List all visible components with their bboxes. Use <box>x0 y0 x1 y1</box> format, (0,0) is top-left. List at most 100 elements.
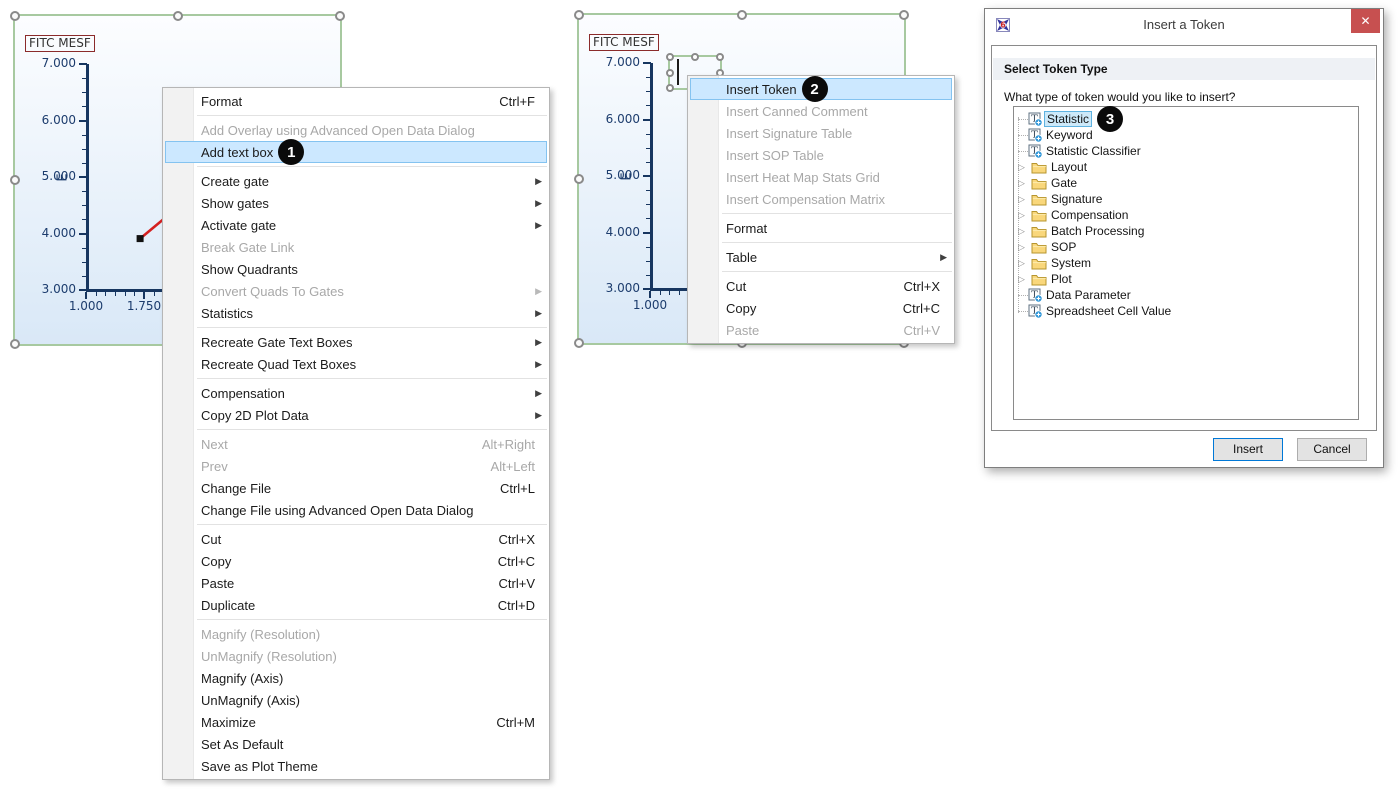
menu-item-insert-compensation-matrix: Insert Compensation Matrix <box>688 188 954 210</box>
menu-item-paste[interactable]: PasteCtrl+V <box>163 572 549 594</box>
selection-handle[interactable] <box>10 11 20 21</box>
tree-item-spreadsheet-cell-value[interactable]: TSpreadsheet Cell Value <box>1014 303 1358 319</box>
menu-item-format[interactable]: Format <box>688 217 954 239</box>
menu-shortcut: Ctrl+X <box>499 532 535 547</box>
tree-item-statistic-classifier[interactable]: TStatistic Classifier <box>1014 143 1358 159</box>
menu-item-table[interactable]: Table▶ <box>688 246 954 268</box>
selection-handle[interactable] <box>10 175 20 185</box>
selection-handle[interactable] <box>666 84 674 92</box>
selection-handle[interactable] <box>574 174 584 184</box>
x-minor-tick <box>679 291 680 295</box>
y-minor-tick <box>646 247 651 248</box>
y-tick-mark <box>643 62 651 64</box>
selection-handle[interactable] <box>691 53 699 61</box>
y-minor-tick <box>646 190 651 191</box>
menu-item-statistics[interactable]: Statistics▶ <box>163 302 549 324</box>
menu-item-cut[interactable]: Cut Ctrl+X <box>163 528 549 550</box>
menu-item-content: UnMagnify (Resolution) <box>201 649 337 664</box>
token-icon: T <box>1028 128 1042 142</box>
menu-item-compensation[interactable]: Compensation▶ <box>163 382 549 404</box>
submenu-arrow-icon: ▶ <box>535 410 542 421</box>
selection-handle[interactable] <box>173 11 183 21</box>
menu-item-prev: PrevAlt+Left <box>163 455 549 477</box>
menu-item-magnify-axis[interactable]: Magnify (Axis) <box>163 667 549 689</box>
submenu-arrow-icon: ▶ <box>535 308 542 319</box>
tree-item-data-parameter[interactable]: TData Parameter <box>1014 287 1358 303</box>
y-minor-tick <box>646 105 651 106</box>
selection-handle[interactable] <box>899 10 909 20</box>
selection-handle[interactable] <box>737 10 747 20</box>
tree-item-sop[interactable]: ▷SOP <box>1014 239 1358 255</box>
menu-item-recreate-gate-text-boxes[interactable]: Recreate Gate Text Boxes▶ <box>163 331 549 353</box>
menu-item-content: Cut <box>201 532 221 547</box>
menu-item-activate-gate[interactable]: Activate gate▶ <box>163 214 549 236</box>
tree-item-batch-processing[interactable]: ▷Batch Processing <box>1014 223 1358 239</box>
tree-item-plot[interactable]: ▷Plot <box>1014 271 1358 287</box>
menu-item-label: Copy <box>201 554 231 569</box>
insert-token-dialog: 6 Insert a Token ✕ Select Token Type Wha… <box>984 8 1384 468</box>
tree-item-layout[interactable]: ▷Layout <box>1014 159 1358 175</box>
expand-arrow-icon: ▷ <box>1018 194 1031 205</box>
selection-handle[interactable] <box>666 69 674 77</box>
menu-item-content: Add Overlay using Advanced Open Data Dia… <box>201 123 475 138</box>
token-icon: T <box>1028 288 1042 302</box>
tree-item-signature[interactable]: ▷Signature <box>1014 191 1358 207</box>
menu-item-copy[interactable]: CopyCtrl+C <box>688 297 954 319</box>
menu-item-show-quadrants[interactable]: Show Quadrants <box>163 258 549 280</box>
menu-item-copy-2d-plot-data[interactable]: Copy 2D Plot Data▶ <box>163 404 549 426</box>
menu-shortcut: Ctrl+V <box>499 576 535 591</box>
menu-item-unmagnify-axis[interactable]: UnMagnify (Axis) <box>163 689 549 711</box>
selection-handle[interactable] <box>335 11 345 21</box>
menu-item-content: Break Gate Link <box>201 240 294 255</box>
menu-separator <box>197 429 547 430</box>
y-tick-mark <box>643 119 651 121</box>
menu-item-show-gates[interactable]: Show gates▶ <box>163 192 549 214</box>
menu-item-content: Change File using Advanced Open Data Dia… <box>201 503 473 518</box>
tree-item-statistic[interactable]: TStatistic3 <box>1014 111 1358 127</box>
menu-item-duplicate[interactable]: DuplicateCtrl+D <box>163 594 549 616</box>
menu-item-insert-heat-map-stats-grid: Insert Heat Map Stats Grid <box>688 166 954 188</box>
menu-item-create-gate[interactable]: Create gate▶ <box>163 170 549 192</box>
menu-item-recreate-quad-text-boxes[interactable]: Recreate Quad Text Boxes▶ <box>163 353 549 375</box>
menu-item-label: Prev <box>201 459 228 474</box>
selection-handle[interactable] <box>10 339 20 349</box>
menu-item-format[interactable]: FormatCtrl+F <box>163 90 549 112</box>
menu-item-content: Copy <box>201 554 231 569</box>
menu-shortcut: Alt+Right <box>482 437 535 452</box>
menu-item-add-text-box[interactable]: Add text box1 <box>165 141 547 163</box>
menu-item-content: Change File <box>201 481 271 496</box>
menu-item-save-as-plot-theme[interactable]: Save as Plot Theme <box>163 755 549 777</box>
y-tick-label: 3.000 <box>585 281 640 295</box>
selection-handle[interactable] <box>574 10 584 20</box>
insert-button[interactable]: Insert <box>1213 438 1283 461</box>
menu-item-copy[interactable]: CopyCtrl+C <box>163 550 549 572</box>
menu-item-change-file[interactable]: Change FileCtrl+L <box>163 477 549 499</box>
y-minor-tick <box>646 77 651 78</box>
tree-item-system[interactable]: ▷System <box>1014 255 1358 271</box>
menu-item-set-as-default[interactable]: Set As Default <box>163 733 549 755</box>
expand-arrow-icon: ▷ <box>1018 162 1031 173</box>
menu-separator <box>722 271 952 272</box>
tree-connector <box>1018 295 1028 296</box>
tree-item-gate[interactable]: ▷Gate <box>1014 175 1358 191</box>
menu-item-cut[interactable]: CutCtrl+X <box>688 275 954 297</box>
menu-item-content: Magnify (Axis) <box>201 671 283 686</box>
tree-item-compensation[interactable]: ▷Compensation <box>1014 207 1358 223</box>
folder-icon <box>1031 193 1047 206</box>
menu-item-content: Table <box>726 250 757 265</box>
close-button[interactable]: ✕ <box>1351 9 1380 33</box>
menu-item-maximize[interactable]: MaximizeCtrl+M <box>163 711 549 733</box>
expand-arrow-icon: ▷ <box>1018 242 1031 253</box>
menu-item-break-gate-link: Break Gate Link <box>163 236 549 258</box>
expand-arrow-icon: ▷ <box>1018 274 1031 285</box>
menu-item-label: Change File using Advanced Open Data Dia… <box>201 503 473 518</box>
selection-handle[interactable] <box>666 53 674 61</box>
selection-handle[interactable] <box>574 338 584 348</box>
tree-item-keyword[interactable]: TKeyword <box>1014 127 1358 143</box>
menu-item-content: Recreate Gate Text Boxes <box>201 335 353 350</box>
menu-item-insert-token[interactable]: Insert Token2 <box>690 78 952 100</box>
cancel-button[interactable]: Cancel <box>1297 438 1367 461</box>
dialog-titlebar[interactable]: 6 Insert a Token ✕ <box>985 9 1383 43</box>
selection-handle[interactable] <box>716 53 724 61</box>
menu-item-change-file-using-advanced-open-data-dialog[interactable]: Change File using Advanced Open Data Dia… <box>163 499 549 521</box>
